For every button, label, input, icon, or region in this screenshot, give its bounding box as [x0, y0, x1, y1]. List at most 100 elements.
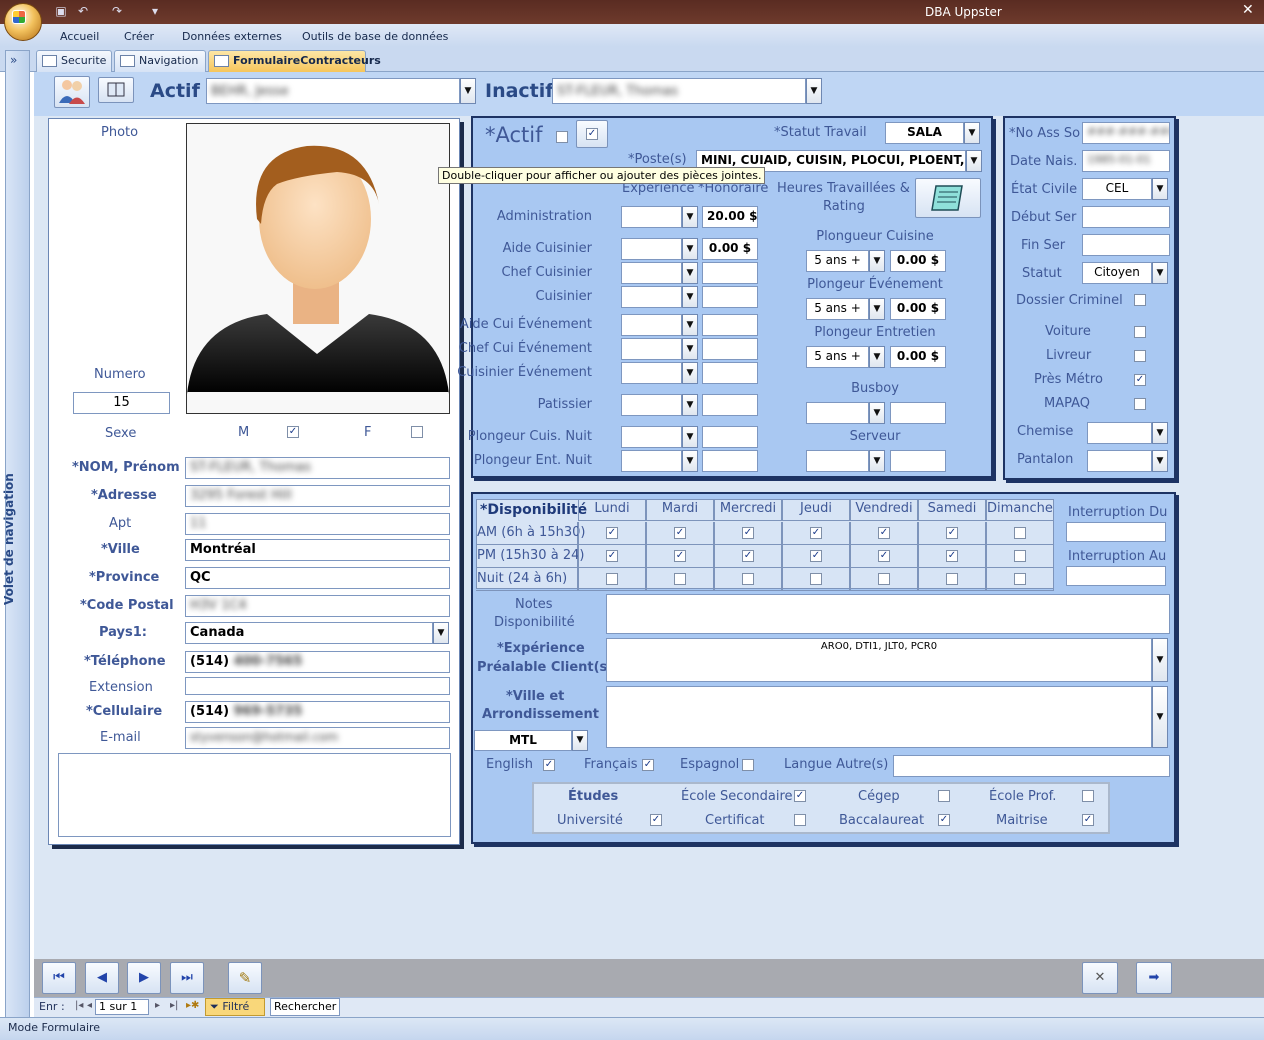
right-role-experience-combo[interactable]: 5 ans +	[806, 298, 869, 320]
first-record-button[interactable]: ⏮	[42, 962, 76, 994]
availability-checkbox[interactable]: ✓	[742, 527, 754, 539]
right-role-experience-dropdown[interactable]: ▼	[869, 346, 885, 368]
right-role-experience-dropdown[interactable]: ▼	[869, 450, 885, 472]
ville-arrondissement-dropdown[interactable]: ▼	[1152, 686, 1168, 748]
availability-checkbox[interactable]: ✓	[674, 527, 686, 539]
nav-new-icon[interactable]: ▸✱	[186, 1000, 199, 1011]
right-role-honoraire-field[interactable]: 0.00 $	[890, 346, 946, 368]
actif-checkbox[interactable]	[556, 131, 568, 143]
statut-travail-dropdown[interactable]: ▼	[964, 122, 980, 144]
exit-button[interactable]: ➡	[1136, 962, 1172, 994]
right-role-experience-dropdown[interactable]: ▼	[869, 250, 885, 272]
record-position-field[interactable]: 1 sur 1	[95, 999, 149, 1015]
langue-autre-field[interactable]	[893, 755, 1170, 777]
notes-disponibilite-field[interactable]	[606, 594, 1170, 634]
statut-dropdown[interactable]: ▼	[1152, 262, 1168, 284]
email-field[interactable]: styvenson@hotmail.com	[185, 727, 450, 749]
availability-checkbox[interactable]: ✓	[946, 527, 958, 539]
role-experience-combo[interactable]	[621, 262, 682, 284]
dossier-criminel-checkbox[interactable]	[1134, 294, 1146, 306]
right-role-experience-dropdown[interactable]: ▼	[869, 298, 885, 320]
fin-ser-field[interactable]	[1082, 234, 1170, 256]
role-honoraire-field[interactable]	[702, 362, 758, 384]
role-honoraire-field[interactable]	[702, 450, 758, 472]
role-honoraire-field[interactable]: 0.00 $	[702, 238, 758, 260]
adresse-field[interactable]: 3295 Forest Hill	[185, 485, 450, 507]
maitrise-checkbox[interactable]: ✓	[1082, 814, 1094, 826]
ribbon-tab-outils[interactable]: Outils de base de données	[302, 30, 448, 43]
availability-checkbox[interactable]: ✓	[674, 550, 686, 562]
role-honoraire-field[interactable]	[702, 338, 758, 360]
role-experience-combo[interactable]	[621, 314, 682, 336]
availability-checkbox[interactable]: ✓	[878, 527, 890, 539]
role-experience-dropdown[interactable]: ▼	[682, 262, 698, 284]
code-postal-field[interactable]: H3V 1C4	[185, 595, 450, 617]
availability-checkbox[interactable]	[674, 573, 686, 585]
voiture-checkbox[interactable]	[1134, 326, 1146, 338]
customize-qat-icon[interactable]: ▾	[146, 4, 164, 20]
interruption-au-field[interactable]	[1066, 566, 1166, 586]
nav-pane-toggle[interactable]: »	[10, 53, 17, 67]
ville-code-dropdown[interactable]: ▼	[572, 730, 588, 751]
experience-prealable-field[interactable]: ARO0, DTI1, JLT0, PCR0	[606, 638, 1152, 682]
role-experience-dropdown[interactable]: ▼	[682, 206, 698, 228]
right-role-experience-combo[interactable]	[806, 402, 869, 424]
filter-toggle[interactable]: ⏷ Filtré	[205, 998, 265, 1016]
pays-dropdown-button[interactable]: ▼	[433, 622, 449, 644]
statut-combo[interactable]: Citoyen	[1082, 262, 1152, 284]
chemise-combo[interactable]	[1087, 422, 1152, 444]
ville-code-combo[interactable]: MTL	[474, 730, 572, 751]
role-experience-dropdown[interactable]: ▼	[682, 338, 698, 360]
francais-checkbox[interactable]: ✓	[642, 759, 654, 771]
telephone-field[interactable]: (514) 400-7565	[185, 651, 450, 673]
right-role-honoraire-field[interactable]	[890, 450, 946, 472]
pantalon-dropdown[interactable]: ▼	[1152, 450, 1168, 472]
notes-memo-field[interactable]	[58, 753, 451, 837]
edit-button[interactable]: ✎	[228, 962, 262, 994]
availability-checkbox[interactable]	[1014, 573, 1026, 585]
actif-dropdown-button[interactable]: ▼	[460, 78, 476, 104]
availability-checkbox[interactable]	[878, 573, 890, 585]
debut-ser-field[interactable]	[1082, 206, 1170, 228]
role-honoraire-field[interactable]: 20.00 $	[702, 206, 758, 228]
undo-icon[interactable]: ↶	[74, 4, 92, 20]
province-field[interactable]: QC	[185, 567, 450, 589]
availability-checkbox[interactable]: ✓	[810, 527, 822, 539]
english-checkbox[interactable]: ✓	[543, 759, 555, 771]
role-honoraire-field[interactable]	[702, 314, 758, 336]
etat-civile-dropdown[interactable]: ▼	[1152, 178, 1168, 200]
cellulaire-field[interactable]: (514) 969-5735	[185, 701, 450, 723]
availability-checkbox[interactable]: ✓	[946, 550, 958, 562]
statut-travail-combo[interactable]: SALA	[885, 122, 964, 144]
pays-combo[interactable]: Canada	[185, 622, 433, 644]
last-record-button[interactable]: ⏭	[170, 962, 204, 994]
right-role-honoraire-field[interactable]	[890, 402, 946, 424]
poste-dropdown[interactable]: ▼	[966, 150, 982, 172]
right-role-honoraire-field[interactable]: 0.00 $	[890, 298, 946, 320]
availability-checkbox[interactable]	[742, 573, 754, 585]
role-experience-combo[interactable]	[621, 450, 682, 472]
next-record-button[interactable]: ▶	[127, 962, 161, 994]
role-honoraire-field[interactable]	[702, 426, 758, 448]
cegep-checkbox[interactable]	[938, 790, 950, 802]
previous-record-button[interactable]: ◀	[85, 962, 119, 994]
pres-metro-checkbox[interactable]: ✓	[1134, 374, 1146, 386]
espagnol-checkbox[interactable]	[742, 759, 754, 771]
universite-checkbox[interactable]: ✓	[650, 814, 662, 826]
role-experience-dropdown[interactable]: ▼	[682, 286, 698, 308]
availability-checkbox[interactable]: ✓	[606, 527, 618, 539]
availability-checkbox[interactable]	[606, 573, 618, 585]
tab-navigation[interactable]: Navigation	[114, 50, 206, 72]
save-icon[interactable]: ▣	[52, 4, 70, 20]
availability-checkbox[interactable]	[1014, 527, 1026, 539]
ribbon-tab-accueil[interactable]: Accueil	[60, 30, 99, 43]
date-nais-field[interactable]: 1985-01-01	[1082, 150, 1170, 172]
search-field[interactable]: Rechercher	[270, 998, 340, 1016]
ribbon-tab-creer[interactable]: Créer	[124, 30, 154, 43]
role-experience-combo[interactable]	[621, 286, 682, 308]
ville-arrondissement-field[interactable]	[606, 686, 1152, 748]
role-honoraire-field[interactable]	[702, 262, 758, 284]
role-experience-dropdown[interactable]: ▼	[682, 394, 698, 416]
nav-last-icon[interactable]: ▸|	[170, 1000, 178, 1011]
experience-prealable-dropdown[interactable]: ▼	[1152, 638, 1168, 682]
